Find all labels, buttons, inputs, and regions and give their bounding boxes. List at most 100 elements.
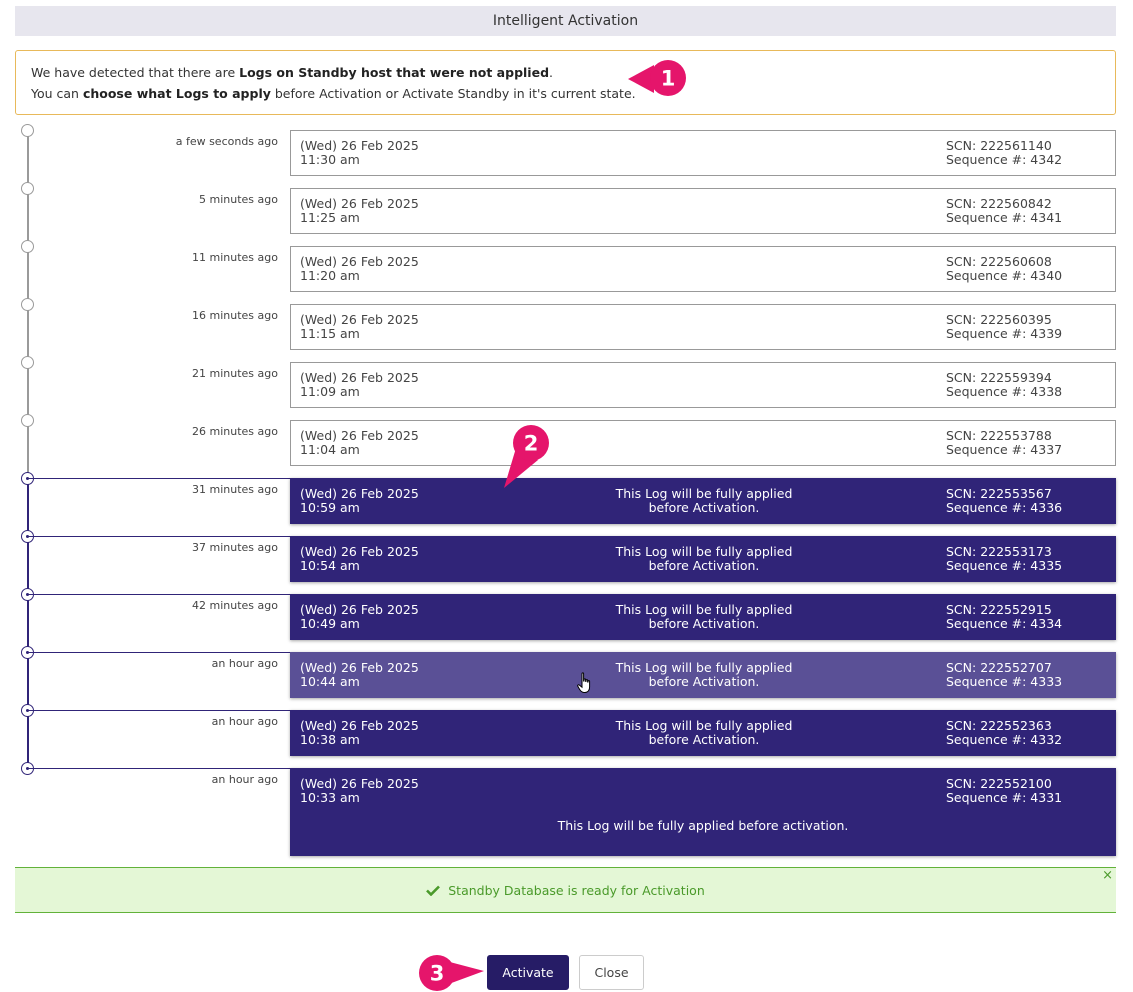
timeline-connector: [28, 478, 290, 479]
log-applied-note: This Log will be fully applied before Act…: [591, 603, 817, 631]
applied-note-line-1: This Log will be fully applied: [615, 544, 793, 559]
log-datetime: (Wed) 26 Feb 2025 11:04 am: [300, 429, 419, 457]
log-datetime: (Wed) 26 Feb 2025 11:25 am: [300, 197, 419, 225]
log-card[interactable]: (Wed) 26 Feb 2025 11:20 am SCN: 222560608 S…: [290, 246, 1116, 292]
svg-text:1: 1: [661, 67, 676, 91]
log-time: 10:33 am: [300, 790, 360, 805]
log-card[interactable]: (Wed) 26 Feb 2025 10:54 am This Log will b…: [290, 536, 1116, 582]
log-scn: SCN: 222552915: [946, 602, 1052, 617]
callout-2: 2: [504, 425, 549, 488]
log-sequence: Sequence #: 4334: [946, 616, 1063, 631]
log-card[interactable]: (Wed) 26 Feb 2025 11:09 am SCN: 222559394 S…: [290, 362, 1116, 408]
log-scn: SCN: 222553567: [946, 486, 1052, 501]
log-datetime: (Wed) 26 Feb 2025 11:09 am: [300, 371, 419, 399]
close-button[interactable]: Close: [579, 955, 644, 990]
log-date: (Wed) 26 Feb 2025: [300, 544, 419, 559]
log-scn: SCN: 222553173: [946, 544, 1052, 559]
log-card[interactable]: (Wed) 26 Feb 2025 11:15 am SCN: 222560395 S…: [290, 304, 1116, 350]
log-card[interactable]: (Wed) 26 Feb 2025 11:30 am SCN: 222561140 S…: [290, 130, 1116, 176]
log-sequence: Sequence #: 4335: [946, 558, 1063, 573]
timeline-connector: [28, 594, 290, 595]
timeline-node: [21, 124, 34, 137]
log-date: (Wed) 26 Feb 2025: [300, 312, 419, 327]
log-relative-time: an hour ago: [211, 657, 278, 670]
applied-note-line-1: This Log will be fully applied: [615, 486, 793, 501]
timeline-node: [21, 240, 34, 253]
log-relative-time: 5 minutes ago: [199, 193, 278, 206]
log-time: 10:54 am: [300, 558, 360, 573]
log-scn: SCN: 222561140: [946, 138, 1052, 153]
log-datetime: (Wed) 26 Feb 2025 11:30 am: [300, 139, 419, 167]
log-datetime: (Wed) 26 Feb 2025 10:59 am: [300, 487, 419, 515]
log-scn: SCN: 222560608: [946, 254, 1052, 269]
log-datetime: (Wed) 26 Feb 2025 10:33 am: [300, 777, 419, 805]
log-relative-time: 42 minutes ago: [192, 599, 278, 612]
log-sequence: Sequence #: 4339: [946, 326, 1063, 341]
log-scn-sequence: SCN: 222552100 Sequence #: 4331: [946, 777, 1062, 805]
log-time: 11:20 am: [300, 268, 360, 283]
checkmark-icon: [426, 868, 441, 914]
log-date: (Wed) 26 Feb 2025: [300, 254, 419, 269]
log-card[interactable]: (Wed) 26 Feb 2025 10:49 am This Log will b…: [290, 594, 1116, 640]
log-relative-time: 31 minutes ago: [192, 483, 278, 496]
svg-text:3: 3: [430, 962, 445, 986]
log-scn-sequence: SCN: 222560395 Sequence #: 4339: [946, 313, 1062, 341]
log-datetime: (Wed) 26 Feb 2025 10:38 am: [300, 719, 419, 747]
applied-note-line-2: before Activation.: [648, 558, 760, 573]
log-scn-sequence: SCN: 222553788 Sequence #: 4337: [946, 429, 1062, 457]
log-scn-sequence: SCN: 222559394 Sequence #: 4338: [946, 371, 1062, 399]
timeline-node: [21, 298, 34, 311]
log-scn-sequence: SCN: 222552915 Sequence #: 4334: [946, 603, 1062, 631]
log-card[interactable]: (Wed) 26 Feb 2025 11:04 am SCN: 222553788 S…: [290, 420, 1116, 466]
log-datetime: (Wed) 26 Feb 2025 10:44 am: [300, 661, 419, 689]
log-time: 11:30 am: [300, 152, 360, 167]
applied-note-line-1: This Log will be fully applied: [615, 660, 793, 675]
log-time: 10:38 am: [300, 732, 360, 747]
timeline-node: [21, 182, 34, 195]
callout-1: 1: [628, 60, 686, 96]
log-sequence: Sequence #: 4340: [946, 268, 1063, 283]
log-date: (Wed) 26 Feb 2025: [300, 602, 419, 617]
log-applied-note: This Log will be fully applied before Act…: [591, 545, 817, 573]
log-scn-sequence: SCN: 222553173 Sequence #: 4335: [946, 545, 1062, 573]
mouse-pointer-hand-icon: [577, 672, 591, 693]
log-card[interactable]: (Wed) 26 Feb 2025 10:33 am This Log will b…: [290, 768, 1116, 856]
log-time: 10:49 am: [300, 616, 360, 631]
log-sequence: Sequence #: 4332: [946, 732, 1063, 747]
log-card[interactable]: (Wed) 26 Feb 2025 11:25 am SCN: 222560842 S…: [290, 188, 1116, 234]
svg-text:2: 2: [524, 432, 539, 456]
alert-message: Standby Database is ready for Activation: [448, 883, 705, 898]
log-sequence: Sequence #: 4342: [946, 152, 1063, 167]
timeline-node: [21, 414, 34, 427]
log-card[interactable]: (Wed) 26 Feb 2025 10:44 am This Log will b…: [290, 652, 1116, 698]
log-time: 10:59 am: [300, 500, 360, 515]
log-sequence: Sequence #: 4336: [946, 500, 1063, 515]
applied-note-line-2: before Activation.: [648, 732, 760, 747]
activate-button[interactable]: Activate: [487, 955, 569, 990]
applied-note-line-1: This Log will be fully applied: [615, 602, 793, 617]
log-date: (Wed) 26 Feb 2025: [300, 196, 419, 211]
log-time: 11:15 am: [300, 326, 360, 341]
log-sequence: Sequence #: 4341: [946, 210, 1063, 225]
log-relative-time: a few seconds ago: [175, 135, 278, 148]
log-relative-time: 21 minutes ago: [192, 367, 278, 380]
log-datetime: (Wed) 26 Feb 2025 10:54 am: [300, 545, 419, 573]
log-scn: SCN: 222559394: [946, 370, 1052, 385]
log-sequence: Sequence #: 4331: [946, 790, 1063, 805]
log-sequence: Sequence #: 4338: [946, 384, 1063, 399]
log-date: (Wed) 26 Feb 2025: [300, 486, 419, 501]
log-scn: SCN: 222560842: [946, 196, 1052, 211]
log-card[interactable]: (Wed) 26 Feb 2025 10:59 am This Log will b…: [290, 478, 1116, 524]
log-scn-sequence: SCN: 222560842 Sequence #: 4341: [946, 197, 1062, 225]
log-datetime: (Wed) 26 Feb 2025 10:49 am: [300, 603, 419, 631]
notice-line-2: You can choose what Logs to apply before…: [31, 86, 636, 101]
log-relative-time: an hour ago: [211, 773, 278, 786]
applied-note-line-2: before Activation.: [648, 674, 760, 689]
log-scn-sequence: SCN: 222561140 Sequence #: 4342: [946, 139, 1062, 167]
close-alert-icon[interactable]: ×: [1102, 853, 1113, 899]
log-card[interactable]: (Wed) 26 Feb 2025 10:38 am This Log will b…: [290, 710, 1116, 756]
log-scn: SCN: 222552100: [946, 776, 1052, 791]
log-time: 11:04 am: [300, 442, 360, 457]
log-datetime: (Wed) 26 Feb 2025 11:15 am: [300, 313, 419, 341]
log-datetime: (Wed) 26 Feb 2025 11:20 am: [300, 255, 419, 283]
